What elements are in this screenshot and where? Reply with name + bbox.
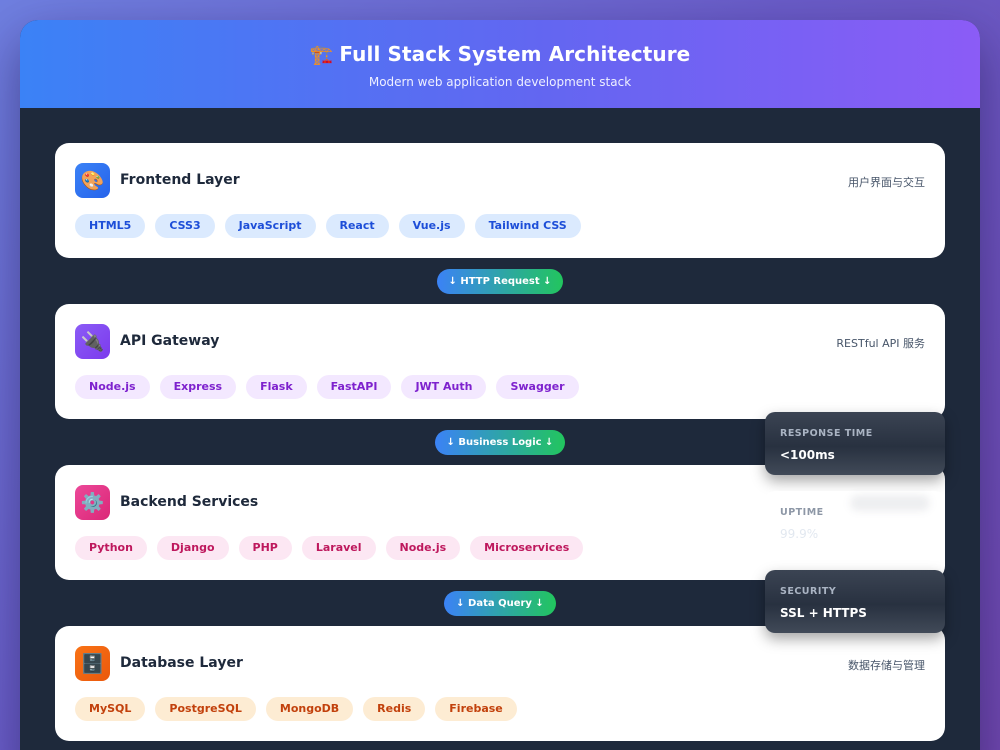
crane-icon: 🏗️	[309, 44, 334, 66]
metric-uptime: UPTIME 99.9%	[765, 491, 945, 554]
layer-title: Frontend Layer	[120, 172, 240, 188]
metric-label: RESPONSE TIME	[780, 428, 873, 439]
tag[interactable]: Python	[75, 536, 147, 560]
tag[interactable]: JavaScript	[224, 214, 316, 238]
tag[interactable]: React	[325, 214, 389, 238]
cabinet-icon: 🗄️	[75, 646, 110, 681]
layer-title: Backend Services	[120, 494, 259, 510]
plug-icon: 🔌	[75, 324, 110, 359]
layer-api-gateway[interactable]: 🔌 API Gateway RESTful API 服务 Node.js Exp…	[55, 304, 945, 419]
tag[interactable]: Node.js	[385, 536, 461, 560]
metric-security: SECURITY SSL + HTTPS	[765, 570, 945, 633]
blur-shadow	[850, 495, 930, 511]
metric-response-time: RESPONSE TIME <100ms	[765, 412, 945, 475]
tag[interactable]: Node.js	[75, 375, 150, 399]
tag[interactable]: Redis	[363, 697, 426, 721]
tag[interactable]: PostgreSQL	[155, 697, 256, 721]
tag[interactable]: MySQL	[75, 697, 146, 721]
layer-database[interactable]: 🗄️ Database Layer 数据存储与管理 MySQL PostgreS…	[55, 626, 945, 741]
layer-description: RESTful API 服务	[836, 337, 925, 350]
tag[interactable]: CSS3	[155, 214, 215, 238]
layer-description: 用户界面与交互	[848, 176, 925, 189]
connector-business-logic: ↓ Business Logic ↓	[435, 430, 565, 455]
metric-value: <100ms	[780, 448, 835, 462]
tag-list: MySQL PostgreSQL MongoDB Redis Firebase	[75, 697, 517, 721]
layer-title: Database Layer	[120, 655, 243, 671]
tag[interactable]: HTML5	[75, 214, 146, 238]
palette-icon: 🎨	[75, 163, 110, 198]
tag[interactable]: Laravel	[301, 536, 376, 560]
tag[interactable]: Tailwind CSS	[474, 214, 581, 238]
tag[interactable]: PHP	[238, 536, 292, 560]
tag[interactable]: MongoDB	[265, 697, 354, 721]
tag[interactable]: Flask	[246, 375, 307, 399]
connector-data-query: ↓ Data Query ↓	[444, 591, 556, 616]
tag-list: Node.js Express Flask FastAPI JWT Auth S…	[75, 375, 579, 399]
tag[interactable]: Firebase	[435, 697, 517, 721]
tag-list: HTML5 CSS3 JavaScript React Vue.js Tailw…	[75, 214, 581, 238]
metric-value: 99.9%	[780, 527, 819, 541]
layer-description: 数据存储与管理	[848, 659, 925, 672]
tag-list: Python Django PHP Laravel Node.js Micros…	[75, 536, 584, 560]
tag[interactable]: Express	[159, 375, 237, 399]
page-title: 🏗️ Full Stack System Architecture	[20, 20, 980, 66]
metric-label: SECURITY	[780, 586, 837, 597]
layer-title: API Gateway	[120, 333, 220, 349]
tag[interactable]: Django	[156, 536, 229, 560]
connector-http-request: ↓ HTTP Request ↓	[437, 269, 563, 294]
metric-value: SSL + HTTPS	[780, 606, 867, 620]
tag[interactable]: Microservices	[470, 536, 584, 560]
header: 🏗️ Full Stack System Architecture Modern …	[20, 20, 980, 108]
tag[interactable]: Swagger	[496, 375, 579, 399]
gear-icon: ⚙️	[75, 485, 110, 520]
tag[interactable]: Vue.js	[398, 214, 465, 238]
page-title-text: Full Stack System Architecture	[339, 42, 691, 66]
layer-frontend[interactable]: 🎨 Frontend Layer 用户界面与交互 HTML5 CSS3 Java…	[55, 143, 945, 258]
tag[interactable]: JWT Auth	[401, 375, 487, 399]
tag[interactable]: FastAPI	[316, 375, 392, 399]
architecture-window: 🏗️ Full Stack System Architecture Modern …	[20, 20, 980, 750]
page-subtitle: Modern web application development stack	[368, 75, 632, 89]
